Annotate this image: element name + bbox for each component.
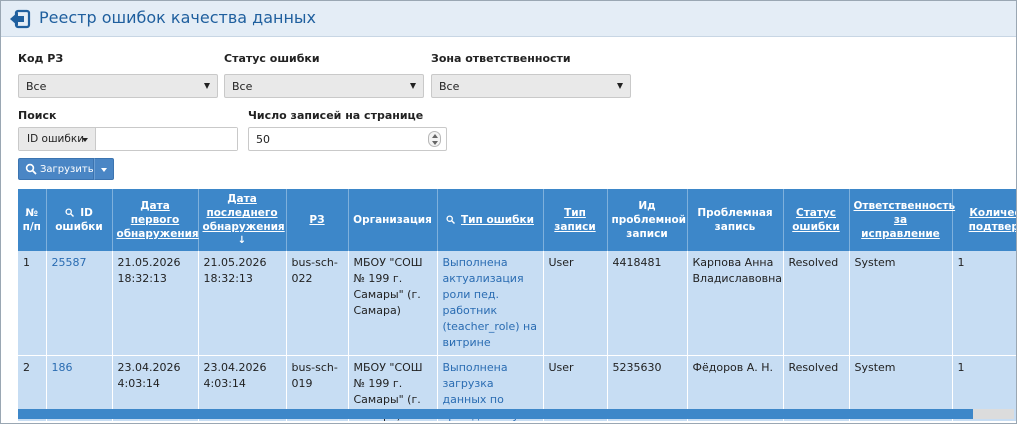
code-filter-label: Код РЗ	[18, 52, 64, 65]
search-input[interactable]	[97, 128, 237, 150]
col-rz[interactable]: РЗ	[286, 189, 349, 251]
error-id-link[interactable]: 25587	[52, 256, 87, 269]
col-resp-label: Ответственность за исправление	[853, 200, 956, 240]
cell-confirm: 1	[952, 251, 1016, 356]
search-icon[interactable]	[65, 208, 75, 217]
col-org: Организация	[348, 189, 438, 251]
col-id[interactable]: ID ошибки	[46, 189, 113, 251]
col-last-date-label: Дата последнего обнаружения	[202, 193, 285, 233]
chevron-down-icon	[101, 168, 107, 172]
page-size-value: 50	[256, 133, 270, 146]
status-filter-select[interactable]: Все	[224, 74, 424, 98]
zone-filter-value: Все	[439, 80, 460, 93]
cell-first-date: 21.05.2026 18:32:13	[112, 251, 199, 356]
load-options-button[interactable]	[94, 158, 114, 180]
chevron-down-icon	[617, 83, 623, 89]
col-problem-rec: Проблемная запись	[687, 189, 784, 251]
page-header: Реестр ошибок качества данных	[1, 1, 1016, 37]
cell-rec-type: User	[543, 251, 608, 356]
page-size-label: Число записей на странице	[248, 109, 424, 122]
load-button-label: Загрузить	[40, 164, 94, 175]
col-status[interactable]: Статус ошибки	[783, 189, 850, 251]
search-group: ID ошибки	[18, 127, 238, 151]
page-size-spinner[interactable]	[428, 131, 441, 147]
zone-filter-select[interactable]: Все	[431, 74, 631, 98]
col-rec-type[interactable]: Тип записи	[543, 189, 608, 251]
col-resp[interactable]: Ответственность за исправление	[849, 189, 955, 251]
cell-id: 25587	[46, 251, 113, 356]
error-type-link[interactable]: Выполнена актуализация роли пед. работни…	[443, 256, 537, 349]
zone-filter-label: Зона ответственности	[431, 52, 571, 65]
cell-last-date: 21.05.2026 18:32:13	[198, 251, 287, 356]
status-filter-value: Все	[232, 80, 253, 93]
col-rz-label: РЗ	[309, 214, 325, 226]
col-confirm[interactable]: Количество подтверж...	[952, 189, 1016, 251]
spinner-down-icon[interactable]	[432, 141, 438, 145]
col-last-date[interactable]: Дата последнего обнаружения ↓	[198, 189, 287, 251]
cell-status: Resolved	[783, 251, 850, 356]
status-filter-label: Статус ошибки	[224, 52, 320, 65]
col-rec-type-label: Тип записи	[554, 207, 596, 233]
col-id-label: ID ошибки	[55, 207, 103, 233]
errors-table: № п/п ID ошибки Дата первого обнаружения…	[18, 189, 1016, 421]
page-size-input[interactable]: 50	[248, 127, 447, 151]
col-num: № п/п	[18, 189, 47, 251]
chevron-down-icon	[82, 138, 88, 142]
col-first-date[interactable]: Дата первого обнаружения	[112, 189, 199, 251]
errors-table-container: № п/п ID ошибки Дата первого обнаружения…	[18, 189, 1016, 421]
cell-problem-id: 4418481	[607, 251, 688, 356]
spinner-up-icon[interactable]	[432, 134, 438, 138]
error-id-link[interactable]: 186	[52, 361, 73, 374]
code-filter-select[interactable]: Все	[18, 74, 218, 98]
col-first-date-label: Дата первого обнаружения	[116, 200, 199, 240]
sort-down-icon: ↓	[237, 235, 247, 246]
search-type-dropdown[interactable]: ID ошибки	[19, 128, 96, 150]
table-row[interactable]: 1 25587 21.05.2026 18:32:13 21.05.2026 1…	[18, 251, 1016, 356]
col-err-type[interactable]: Тип ошибки	[437, 189, 544, 251]
app-frame: Реестр ошибок качества данных Код РЗ Все…	[0, 0, 1017, 424]
cell-err-type: Выполнена актуализация роли пед. работни…	[437, 251, 544, 356]
search-type-value: ID ошибки	[27, 133, 85, 145]
cell-num: 1	[18, 251, 47, 356]
table-header-row: № п/п ID ошибки Дата первого обнаружения…	[18, 189, 1016, 251]
horizontal-scrollbar[interactable]	[18, 409, 1014, 419]
col-problem-id: Ид проблемной записи	[607, 189, 688, 251]
search-label: Поиск	[18, 109, 57, 122]
col-err-type-label: Тип ошибки	[461, 214, 534, 226]
cell-resp: System	[849, 251, 953, 356]
scrollbar-thumb[interactable]	[18, 409, 973, 419]
chevron-down-icon	[204, 83, 210, 89]
search-icon	[25, 163, 37, 175]
back-arrow-icon[interactable]	[9, 9, 31, 29]
page-title: Реестр ошибок качества данных	[39, 8, 317, 27]
load-button[interactable]: Загрузить	[18, 158, 94, 180]
cell-problem-rec: Карпова Анна Владиславовна	[687, 251, 784, 356]
col-confirm-label: Количество подтверж...	[968, 207, 1016, 233]
col-status-label: Статус ошибки	[792, 207, 840, 233]
search-icon[interactable]	[446, 215, 456, 224]
chevron-down-icon	[410, 83, 416, 89]
cell-org: МБОУ "СОШ № 199 г. Самары" (г. Самара)	[348, 251, 438, 356]
cell-rz: bus-sch-022	[286, 251, 349, 356]
code-filter-value: Все	[26, 80, 47, 93]
